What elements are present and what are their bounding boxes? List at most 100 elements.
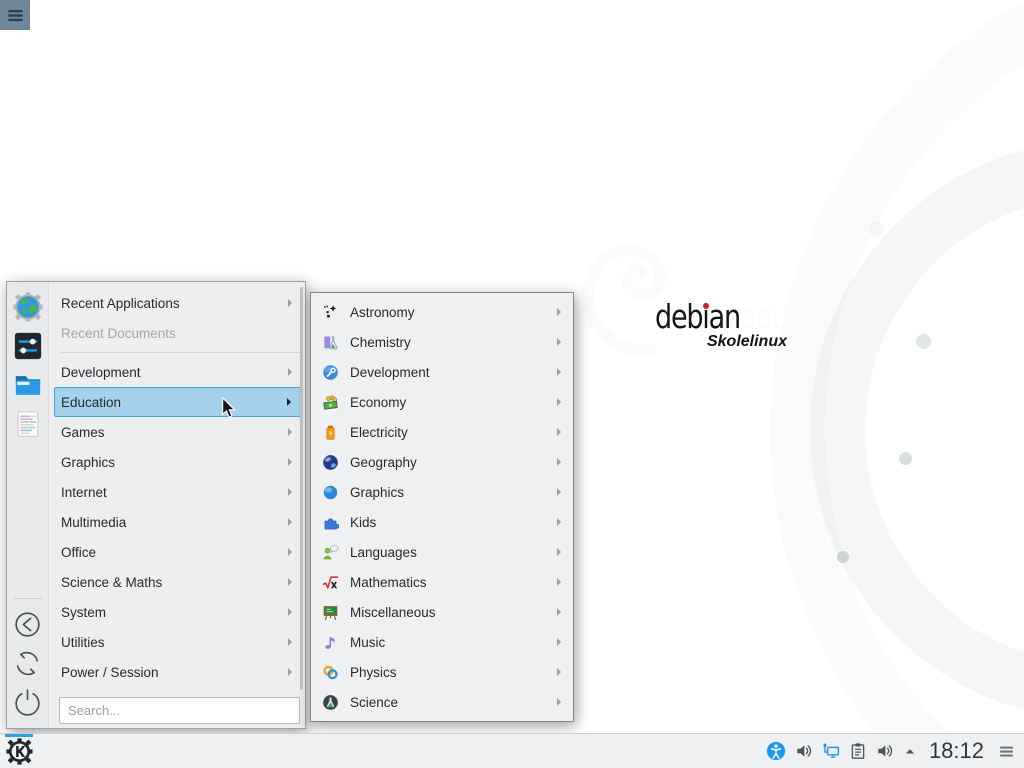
chemistry-icon: [322, 334, 339, 351]
tray-icons: [766, 741, 917, 761]
menu-item[interactable]: Power / Session: [49, 657, 305, 687]
submenu-item-label: Chemistry: [350, 335, 557, 350]
menu-item[interactable]: Recent Documents: [49, 318, 305, 348]
wallpaper-dot: [869, 221, 884, 236]
submenu-arrow-icon: [557, 698, 561, 706]
submenu-arrow-icon: [557, 458, 561, 466]
shutdown-icon[interactable]: [11, 686, 44, 719]
wallpaper-dot: [837, 551, 849, 563]
submenu-item-label: Miscellaneous: [350, 605, 557, 620]
submenu-item[interactable]: Geography: [311, 447, 573, 477]
taskbar: 18:12: [0, 733, 1024, 768]
menu-content: Recent Applications Recent Documents Dev…: [49, 282, 305, 728]
submenu-item[interactable]: Astronomy: [311, 297, 573, 327]
menu-scrollbar[interactable]: [300, 287, 303, 690]
submenu-arrow-icon: [288, 368, 292, 376]
search-input[interactable]: [60, 703, 299, 718]
system-settings-icon[interactable]: [13, 331, 43, 361]
debian-edu-logo: debianedu Skolelinux: [583, 238, 803, 356]
submenu-item[interactable]: Miscellaneous: [311, 597, 573, 627]
economy-icon: [322, 394, 339, 411]
volume-icon[interactable]: [876, 742, 894, 760]
menu-item[interactable]: Utilities: [49, 627, 305, 657]
submenu-item[interactable]: Physics: [311, 657, 573, 687]
app-launcher-button[interactable]: [0, 734, 38, 768]
kde-logo-icon: [6, 738, 33, 765]
submenu-item[interactable]: Mathematics: [311, 567, 573, 597]
menu-item[interactable]: Recent Applications: [49, 288, 305, 318]
submenu-item[interactable]: Chemistry: [311, 327, 573, 357]
submenu-item[interactable]: Electricity: [311, 417, 573, 447]
file-manager-icon[interactable]: [13, 370, 43, 400]
menu-item-label: Internet: [61, 485, 282, 500]
submenu-item[interactable]: Economy: [311, 387, 573, 417]
logo-wordmark: debianedu: [655, 300, 787, 333]
submenu-item[interactable]: Kids: [311, 507, 573, 537]
submenu-item-label: Graphics: [350, 485, 557, 500]
corner-menu-button[interactable]: [0, 0, 30, 30]
menu-item-label: Power / Session: [61, 665, 282, 680]
favorites-list: [13, 292, 43, 448]
submenu-arrow-icon: [288, 299, 292, 307]
submenu-item[interactable]: Languages: [311, 537, 573, 567]
menu-item[interactable]: Science & Maths: [49, 567, 305, 597]
menu-item-label: Graphics: [61, 455, 282, 470]
clipboard-icon[interactable]: [849, 742, 867, 760]
languages-icon: [322, 544, 339, 561]
submenu-item-label: Kids: [350, 515, 557, 530]
submenu-item[interactable]: Music: [311, 627, 573, 657]
go-back-icon[interactable]: [11, 608, 44, 641]
education-items-list: Astronomy Chemistry Development Economy: [311, 297, 573, 717]
network-icon[interactable]: [822, 742, 840, 760]
menu-item-label: Multimedia: [61, 515, 282, 530]
menu-item[interactable]: Development: [49, 357, 305, 387]
caret-up-icon[interactable]: [903, 744, 917, 758]
submenu-arrow-icon: [557, 638, 561, 646]
submenu-arrow-icon: [288, 428, 292, 436]
menu-item[interactable]: Multimedia: [49, 507, 305, 537]
menu-item[interactable]: System: [49, 597, 305, 627]
accessibility-icon[interactable]: [766, 741, 786, 761]
submenu-arrow-icon: [557, 488, 561, 496]
system-tray: 18:12: [766, 738, 1024, 764]
application-menu: Recent Applications Recent Documents Dev…: [6, 281, 306, 729]
restart-icon[interactable]: [11, 647, 44, 680]
mathematics-icon: [322, 574, 339, 591]
submenu-arrow-icon: [557, 518, 561, 526]
submenu-item[interactable]: Development: [311, 357, 573, 387]
menu-item[interactable]: Games: [49, 417, 305, 447]
submenu-arrow-icon: [287, 398, 291, 406]
web-browser-icon[interactable]: [13, 292, 43, 322]
menu-item[interactable]: Education: [54, 387, 303, 417]
category-items-list: Development Education Games Graphics: [49, 357, 305, 687]
hamburger-icon: [6, 6, 25, 25]
submenu-item[interactable]: Science: [311, 687, 573, 717]
sidebar-separator: [14, 598, 42, 599]
menu-item[interactable]: Graphics: [49, 447, 305, 477]
volume-icon[interactable]: [795, 742, 813, 760]
menu-item-label: Development: [61, 365, 282, 380]
wallpaper-dot: [899, 452, 912, 465]
logo-text-edu: edu: [740, 297, 787, 336]
submenu-arrow-icon: [557, 608, 561, 616]
menu-item[interactable]: Internet: [49, 477, 305, 507]
submenu-arrow-icon: [288, 518, 292, 526]
education-submenu: Astronomy Chemistry Development Economy: [310, 292, 574, 722]
panel-options-icon[interactable]: [998, 743, 1015, 760]
menu-separator: [61, 352, 302, 353]
submenu-item[interactable]: Graphics: [311, 477, 573, 507]
submenu-item-label: Geography: [350, 455, 557, 470]
clock[interactable]: 18:12: [929, 738, 984, 764]
graphics-sphere-icon: [322, 484, 339, 501]
menu-item-label: Education: [61, 395, 281, 410]
text-editor-icon[interactable]: [13, 409, 43, 439]
submenu-arrow-icon: [557, 398, 561, 406]
menu-item-label: Office: [61, 545, 282, 560]
menu-item[interactable]: Office: [49, 537, 305, 567]
submenu-arrow-icon: [288, 578, 292, 586]
menu-item-label: Games: [61, 425, 282, 440]
submenu-item-label: Development: [350, 365, 557, 380]
miscellaneous-icon: [322, 604, 339, 621]
wallpaper-dot: [916, 334, 931, 349]
menu-item-label: Science & Maths: [61, 575, 282, 590]
